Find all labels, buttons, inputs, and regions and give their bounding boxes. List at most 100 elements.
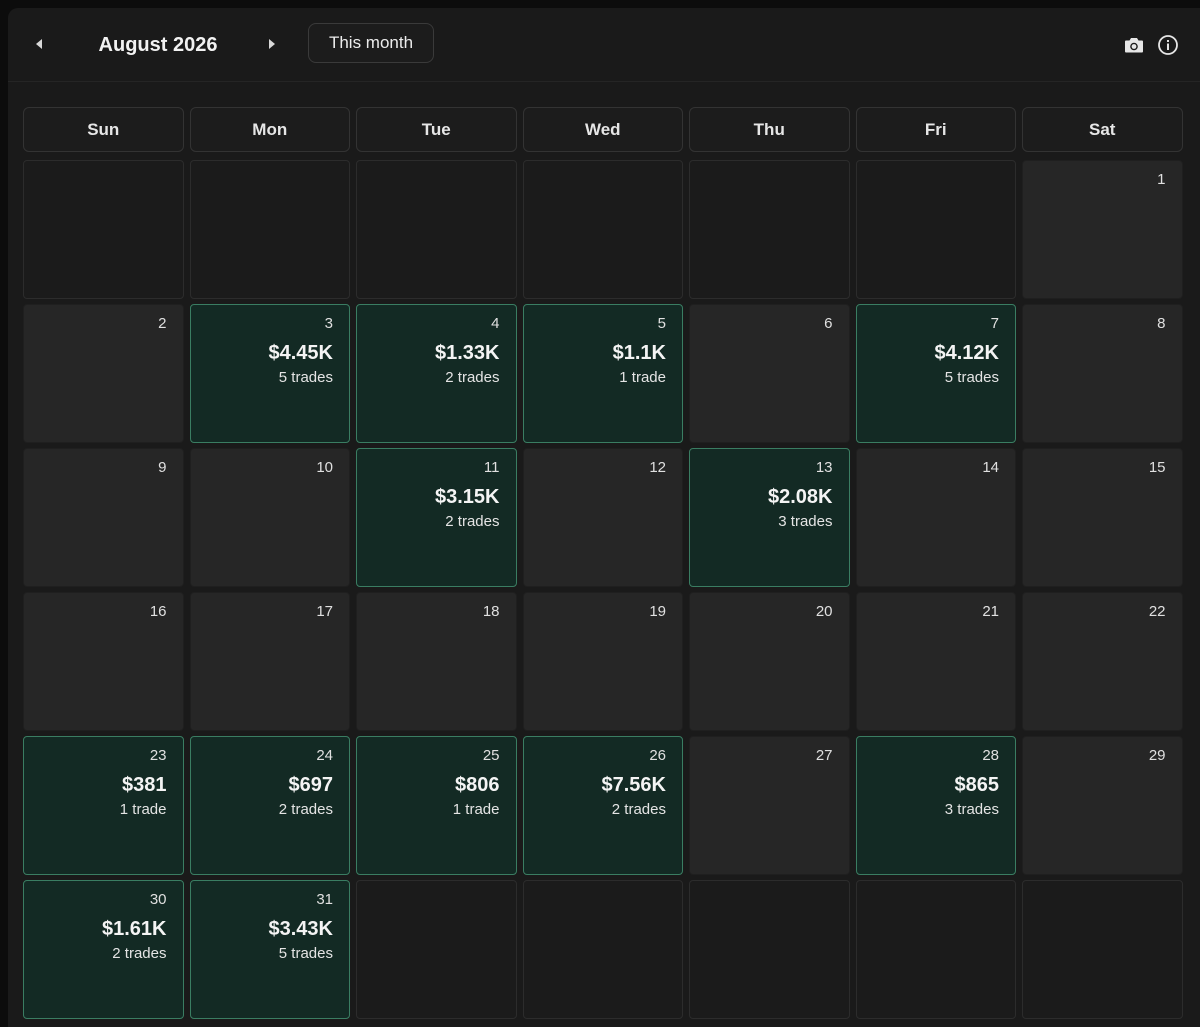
day-number: 23 — [149, 747, 167, 764]
calendar-day-cell[interactable]: 21 — [855, 592, 1016, 731]
day-trade-count: 1 trade — [119, 801, 167, 818]
camera-icon — [1125, 38, 1143, 53]
calendar-day-cell[interactable]: 5 $1.1K 1 trade — [522, 304, 683, 443]
day-number: 18 — [482, 603, 500, 620]
calendar-day-cell[interactable]: 29 — [1022, 736, 1183, 875]
calendar-days: 1 2 3 $4.45K 5 trades 4 $1.33K 2 trades 5 $1.1K 1 … — [23, 160, 1184, 1019]
calendar-day-cell[interactable]: 19 — [522, 592, 683, 731]
day-number: 15 — [1148, 459, 1166, 476]
day-number: 2 — [158, 315, 167, 332]
calendar-day-cell[interactable]: 28 $865 3 trades — [855, 736, 1016, 875]
day-trade-count: 3 trades — [778, 513, 833, 530]
day-number: 30 — [149, 891, 167, 908]
calendar-day-cell[interactable]: 20 — [689, 592, 850, 731]
calendar-day-cell[interactable]: 11 $3.15K 2 trades — [356, 448, 517, 587]
day-number: 1 — [1157, 171, 1166, 188]
day-trade-count: 3 trades — [944, 801, 999, 818]
day-trade-count: 2 trades — [112, 945, 167, 962]
day-number: 7 — [990, 315, 999, 332]
calendar-day-cell[interactable]: 1 — [1022, 160, 1183, 299]
day-number: 29 — [1148, 747, 1166, 764]
info-icon — [1158, 35, 1178, 55]
calendar-day-cell[interactable]: 2 — [23, 304, 184, 443]
calendar-day-cell[interactable]: 10 — [189, 448, 350, 587]
chevron-right-icon — [269, 39, 275, 49]
weekday-header-wed: Wed — [522, 107, 683, 152]
day-number: 12 — [649, 459, 666, 476]
calendar-day-cell[interactable]: 26 $7.56K 2 trades — [522, 736, 683, 875]
calendar-day-cell[interactable]: 30 $1.61K 2 trades — [23, 880, 184, 1019]
prev-month-button[interactable] — [27, 30, 51, 58]
day-pnl: $1.33K — [435, 342, 500, 364]
calendar-panel: August 2026 This month Sun Mon Tue Wed Thu Fr… — [8, 8, 1200, 1027]
day-pnl: $4.45K — [268, 342, 334, 364]
this-month-button[interactable]: This month — [308, 23, 434, 63]
day-pnl: $697 — [288, 774, 334, 796]
calendar-empty-cell — [855, 160, 1016, 299]
day-number: 28 — [982, 747, 999, 764]
day-number: 25 — [482, 747, 500, 764]
calendar-day-cell[interactable]: 24 $697 2 trades — [189, 736, 350, 875]
screenshot-button[interactable] — [1122, 33, 1146, 57]
calendar-day-cell[interactable]: 12 — [522, 448, 683, 587]
calendar-day-cell[interactable]: 14 — [855, 448, 1016, 587]
calendar-empty-cell — [689, 880, 850, 1019]
day-number: 3 — [324, 315, 333, 332]
day-pnl: $1.1K — [612, 342, 666, 364]
calendar-day-cell[interactable]: 3 $4.45K 5 trades — [189, 304, 350, 443]
weekday-header-sun: Sun — [23, 107, 184, 152]
calendar-day-cell[interactable]: 27 — [689, 736, 850, 875]
day-pnl: $806 — [455, 774, 500, 796]
day-number: 16 — [149, 603, 167, 620]
calendar-day-cell[interactable]: 17 — [189, 592, 350, 731]
calendar-day-cell[interactable]: 7 $4.12K 5 trades — [855, 304, 1016, 443]
weekday-header-sat: Sat — [1022, 107, 1183, 152]
day-number: 9 — [158, 459, 167, 476]
day-pnl: $381 — [122, 774, 167, 796]
month-title: August 2026 — [98, 34, 218, 56]
day-number: 31 — [316, 891, 333, 908]
day-trade-count: 1 trade — [452, 801, 500, 818]
day-pnl: $7.56K — [601, 774, 667, 796]
weekday-header-fri: Fri — [855, 107, 1016, 152]
day-number: 8 — [1157, 315, 1166, 332]
day-trade-count: 5 trades — [278, 369, 333, 386]
calendar-day-cell[interactable]: 13 $2.08K 3 trades — [689, 448, 850, 587]
day-pnl: $865 — [954, 774, 1000, 796]
calendar-header: August 2026 This month — [8, 8, 1200, 82]
weekday-header-mon: Mon — [189, 107, 350, 152]
day-number: 10 — [316, 459, 333, 476]
calendar-empty-cell — [189, 160, 350, 299]
day-number: 4 — [491, 315, 500, 332]
calendar-day-cell[interactable]: 18 — [356, 592, 517, 731]
day-number: 5 — [657, 315, 666, 332]
calendar-empty-cell — [855, 880, 1016, 1019]
info-button[interactable] — [1156, 33, 1180, 57]
day-number: 21 — [982, 603, 999, 620]
calendar-day-cell[interactable]: 15 — [1022, 448, 1183, 587]
calendar-day-cell[interactable]: 16 — [23, 592, 184, 731]
day-pnl: $1.61K — [102, 918, 167, 940]
calendar-empty-cell — [522, 160, 683, 299]
day-pnl: $2.08K — [768, 486, 833, 508]
day-number: 27 — [815, 747, 833, 764]
day-number: 19 — [649, 603, 666, 620]
next-month-button[interactable] — [260, 30, 284, 58]
calendar-day-cell[interactable]: 25 $806 1 trade — [356, 736, 517, 875]
calendar-day-cell[interactable]: 22 — [1022, 592, 1183, 731]
calendar-day-cell[interactable]: 31 $3.43K 5 trades — [189, 880, 350, 1019]
calendar-day-cell[interactable]: 9 — [23, 448, 184, 587]
calendar-day-cell[interactable]: 4 $1.33K 2 trades — [356, 304, 517, 443]
calendar-empty-cell — [356, 160, 517, 299]
calendar-day-cell[interactable]: 6 — [689, 304, 850, 443]
day-trade-count: 2 trades — [445, 513, 500, 530]
day-pnl: $3.15K — [435, 486, 500, 508]
day-trade-count: 2 trades — [611, 801, 666, 818]
day-number: 6 — [824, 315, 833, 332]
weekday-header-thu: Thu — [689, 107, 850, 152]
day-trade-count: 2 trades — [445, 369, 500, 386]
calendar-grid: Sun Mon Tue Wed Thu Fri Sat 1 2 3 $4.45K 5 trades 4… — [23, 107, 1184, 1019]
calendar-empty-cell — [23, 160, 184, 299]
calendar-day-cell[interactable]: 23 $381 1 trade — [23, 736, 184, 875]
calendar-day-cell[interactable]: 8 — [1022, 304, 1183, 443]
